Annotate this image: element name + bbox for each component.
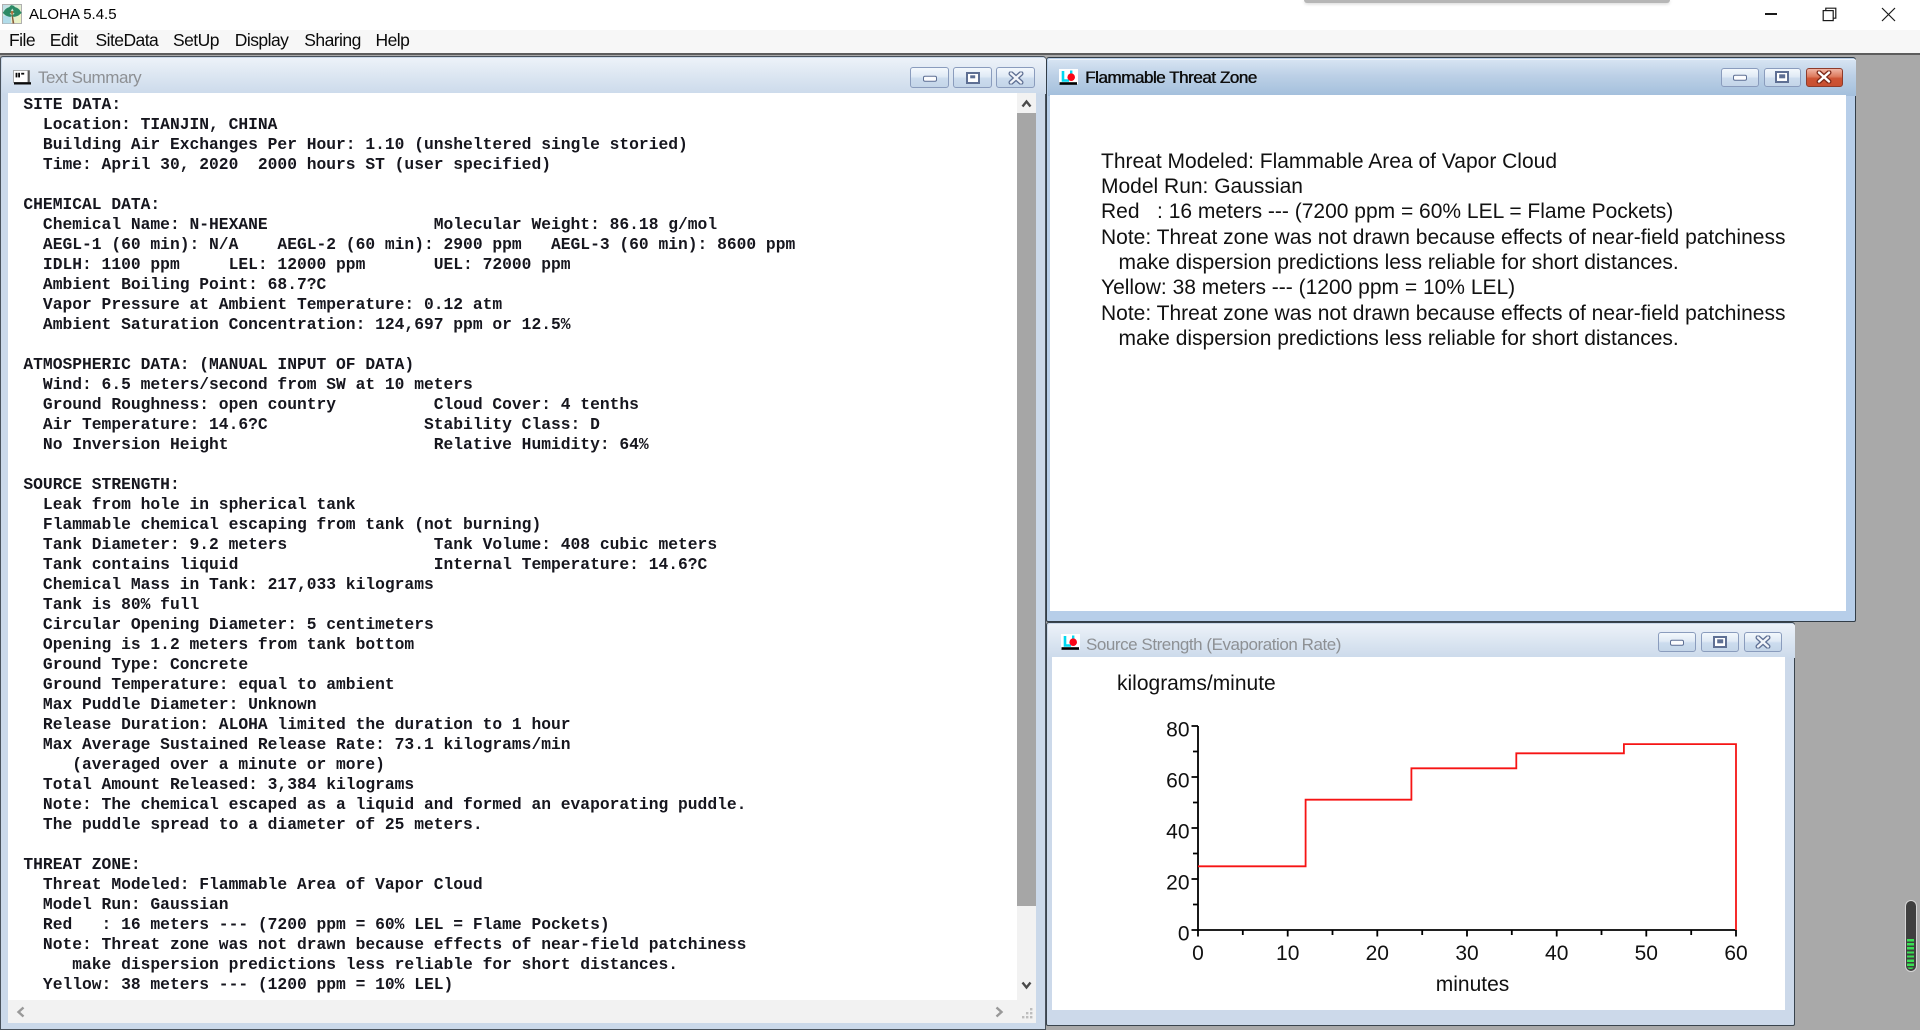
svg-text:80: 80 [1166, 719, 1189, 742]
svg-text:0: 0 [1178, 923, 1190, 946]
svg-text:30: 30 [1455, 942, 1478, 965]
svg-text:40: 40 [1166, 821, 1189, 844]
svg-text:20: 20 [1366, 942, 1389, 965]
svg-text:10: 10 [1276, 942, 1299, 965]
svg-text:kilograms/minute: kilograms/minute [1117, 672, 1276, 695]
svg-text:40: 40 [1545, 942, 1568, 965]
svg-text:60: 60 [1724, 942, 1747, 965]
svg-text:0: 0 [1192, 942, 1204, 965]
svg-text:20: 20 [1166, 872, 1189, 895]
svg-text:60: 60 [1166, 770, 1189, 793]
svg-text:50: 50 [1635, 942, 1658, 965]
svg-text:minutes: minutes [1436, 973, 1510, 996]
